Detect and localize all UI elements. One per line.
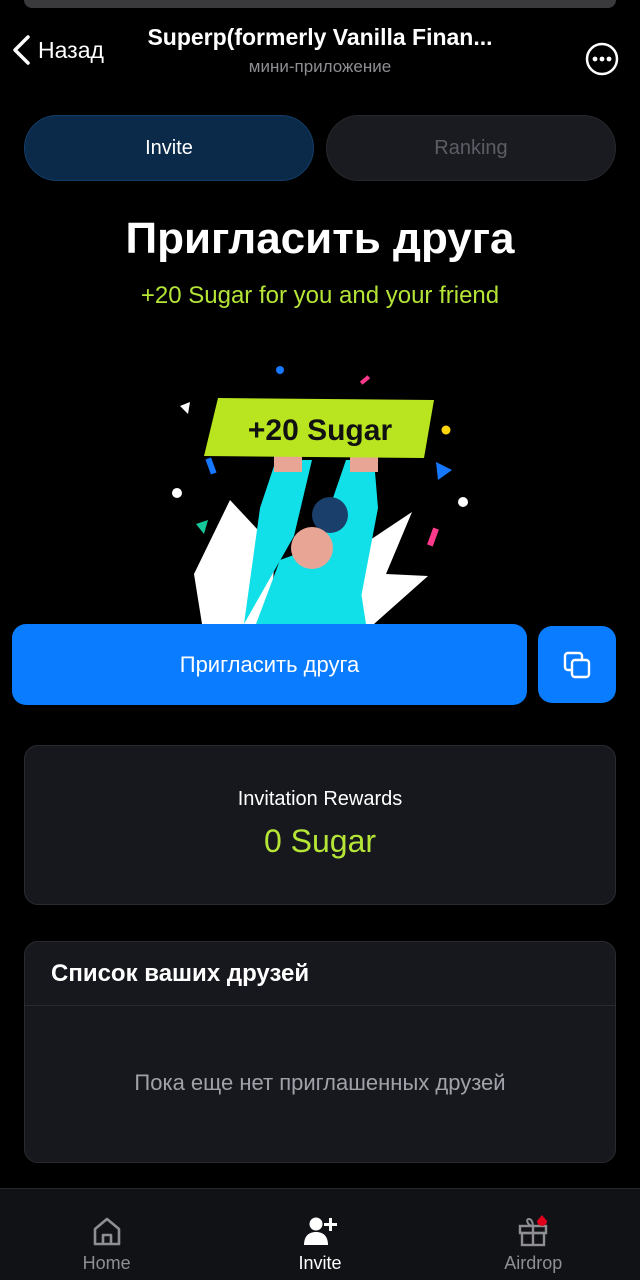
- nav-invite-label: Invite: [298, 1253, 342, 1273]
- confetti-dot: [458, 497, 468, 507]
- back-button[interactable]: Назад: [10, 32, 104, 68]
- app-subtitle: мини-приложение: [248, 57, 392, 76]
- nav-airdrop[interactable]: Airdrop: [427, 1189, 640, 1280]
- gift-icon: [519, 1215, 548, 1247]
- nav-home[interactable]: Home: [0, 1189, 213, 1280]
- chevron-left-icon: [13, 35, 30, 65]
- nav-airdrop-label: Airdrop: [504, 1253, 563, 1273]
- page-subtitle: +20 Sugar for you and your friend: [140, 282, 500, 309]
- banner-text: +20 Sugar: [248, 414, 393, 447]
- confetti-triangle: [196, 520, 208, 534]
- bottom-nav: Home Invite Airdrop: [0, 1188, 640, 1280]
- invite-illustration: +20 Sugar: [172, 366, 468, 624]
- friends-list-card: Список ваших друзей Пока еще нет приглаш…: [24, 941, 616, 1163]
- invite-friend-button[interactable]: Пригласить друга: [12, 624, 527, 705]
- confetti-triangle: [180, 402, 190, 414]
- tab-ranking[interactable]: Ranking: [326, 115, 616, 181]
- confetti-strip: [359, 375, 371, 385]
- confetti-dot: [276, 366, 284, 374]
- app-title: Superp(formerly Vanilla Finan...: [147, 24, 493, 50]
- rewards-value: 0 Sugar: [263, 823, 377, 859]
- header: Назад Superp(formerly Vanilla Finan... м…: [0, 8, 640, 88]
- tab-bar: Invite Ranking: [24, 115, 616, 181]
- hair-shape: [312, 497, 348, 533]
- rewards-card: Invitation Rewards 0 Sugar: [24, 745, 616, 905]
- title-block: Superp(formerly Vanilla Finan... мини-пр…: [120, 24, 520, 77]
- friends-list-title: Список ваших друзей: [25, 942, 615, 1006]
- nav-invite[interactable]: Invite: [213, 1189, 426, 1280]
- face-shape: [291, 527, 333, 569]
- page-title: Пригласить друга: [125, 214, 515, 263]
- rewards-label: Invitation Rewards: [237, 788, 403, 810]
- confetti-dot: [441, 425, 451, 435]
- confetti-triangle: [436, 462, 452, 480]
- copy-link-button[interactable]: [538, 626, 616, 703]
- add-user-icon: [303, 1217, 337, 1245]
- friends-empty-state: Пока еще нет приглашенных друзей: [134, 1070, 506, 1095]
- sheet-handle[interactable]: [24, 0, 616, 8]
- notification-drop-icon: [537, 1215, 548, 1226]
- copy-icon: [563, 651, 591, 678]
- nav-home-label: Home: [82, 1253, 131, 1273]
- more-options-icon[interactable]: [584, 41, 620, 77]
- confetti-dot: [172, 488, 182, 498]
- confetti-strip: [427, 527, 439, 547]
- tab-invite[interactable]: Invite: [24, 115, 314, 181]
- back-label: Назад: [38, 36, 104, 63]
- confetti-strip: [205, 457, 217, 475]
- home-icon: [93, 1217, 120, 1246]
